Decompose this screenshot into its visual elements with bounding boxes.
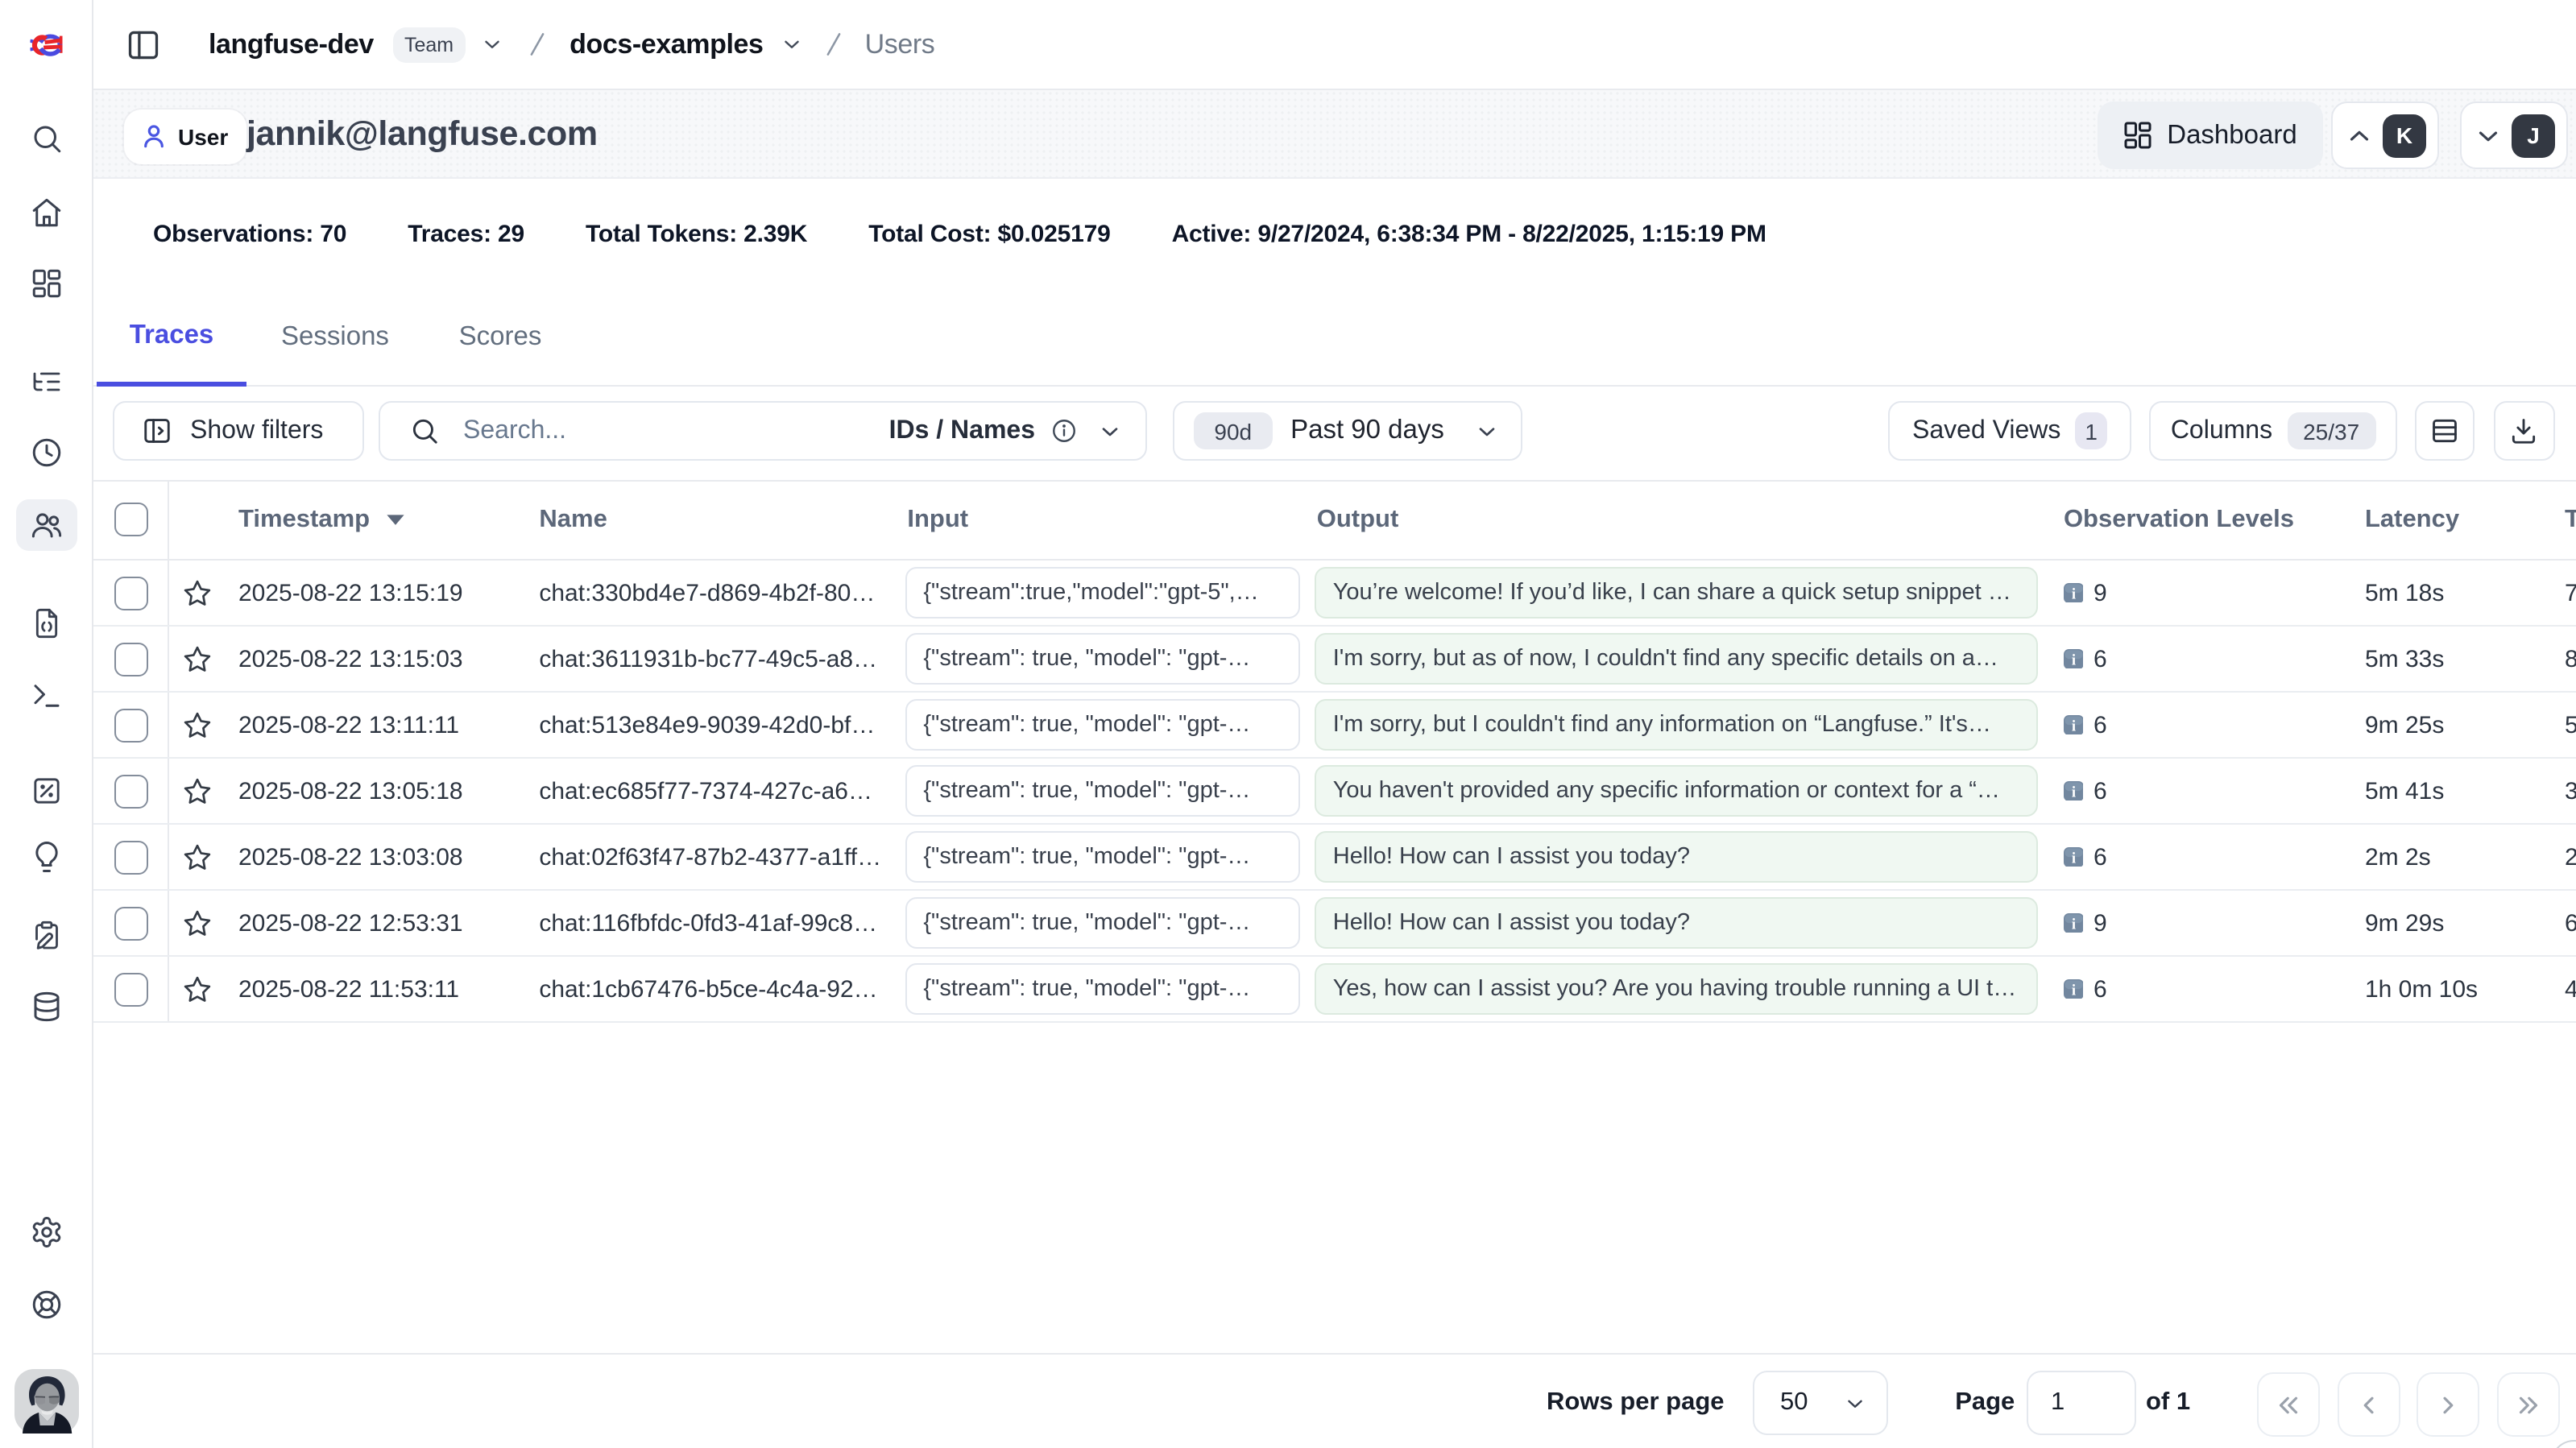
- svg-text:i: i: [2072, 718, 2076, 734]
- svg-text:i: i: [2072, 652, 2076, 668]
- svg-text:i: i: [2072, 585, 2076, 602]
- svg-text:i: i: [2072, 850, 2076, 867]
- svg-text:i: i: [2072, 982, 2076, 999]
- svg-text:i: i: [2072, 784, 2076, 801]
- svg-text:i: i: [2072, 916, 2076, 933]
